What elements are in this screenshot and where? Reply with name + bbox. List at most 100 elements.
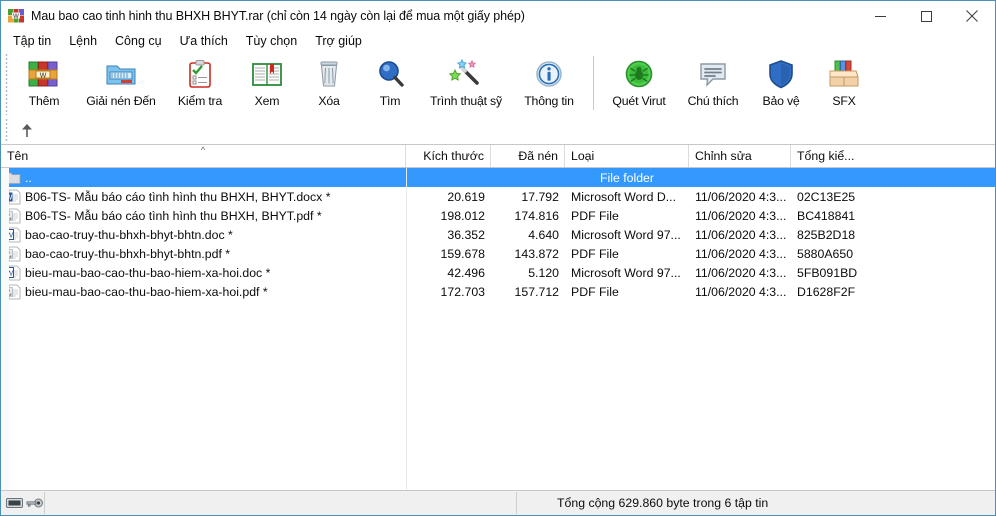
- cell-size: 42.496: [447, 265, 485, 280]
- status-bar-icons: [1, 492, 45, 514]
- table-row[interactable]: .. File folder: [1, 168, 995, 187]
- column-header-modified[interactable]: Chỉnh sửa: [689, 145, 791, 167]
- column-header-name[interactable]: Tên ^: [1, 145, 406, 167]
- table-row[interactable]: W bieu-mau-bao-cao-thu-bao-hiem-xa-hoi.d…: [1, 263, 995, 282]
- toolbar-label-virus-scan: Quét Virut: [612, 94, 666, 108]
- svg-text:W: W: [6, 268, 14, 277]
- cell-name-text: bieu-mau-bao-cao-thu-bao-hiem-xa-hoi.doc…: [25, 265, 271, 280]
- window-controls: [857, 1, 995, 31]
- column-header-size[interactable]: Kích thước: [406, 145, 491, 167]
- toolbar-button-info[interactable]: Thông tin: [512, 52, 586, 114]
- column-header-name-label: Tên: [7, 149, 29, 163]
- winrar-icon: W: [8, 9, 24, 23]
- extract-to-folder-icon: [101, 57, 141, 91]
- toolbar-label-extract-to: Giải nén Đến: [86, 94, 156, 108]
- cell-crc: 5880A650: [797, 246, 854, 261]
- cell-name-text: bao-cao-truy-thu-bhxh-bhyt-bhtn.pdf *: [25, 246, 231, 261]
- toolbar-button-wizard[interactable]: Trình thuật sỹ: [420, 52, 512, 114]
- key-icon[interactable]: [26, 497, 43, 509]
- cell-packed: 157.712: [514, 284, 559, 299]
- cell-packed: 17.792: [521, 189, 559, 204]
- cell-name-text: bao-cao-truy-thu-bhxh-bhyt-bhtn.doc *: [25, 227, 233, 242]
- toolbar-button-delete[interactable]: Xóa: [298, 52, 360, 114]
- table-row[interactable]: W B06-TS- Mẫu báo cáo tình hình thu BHXH…: [1, 187, 995, 206]
- cell-type: PDF File: [571, 208, 619, 223]
- cell-modified: [689, 168, 791, 187]
- menu-item-help[interactable]: Trợ giúp: [306, 32, 371, 51]
- cell-crc: 825B2D18: [797, 227, 856, 242]
- cell-modified: 11/06/2020 4:3...: [695, 284, 787, 299]
- svg-text:pdf: pdf: [7, 254, 12, 258]
- toolbar-button-protect[interactable]: Bảo vệ: [749, 52, 813, 114]
- virus-scan-icon: [619, 57, 659, 91]
- toolbar-button-virus-scan[interactable]: Quét Virut: [601, 52, 677, 114]
- menu-item-options[interactable]: Tùy chọn: [237, 32, 306, 51]
- toolbar-button-find[interactable]: Tìm: [360, 52, 420, 114]
- column-header-packed[interactable]: Đã nén: [491, 145, 565, 167]
- cell-crc: 5FB091BD: [797, 265, 858, 280]
- toolbar-button-sfx[interactable]: SFX: [813, 52, 875, 114]
- cell-packed: 5.120: [528, 265, 559, 280]
- toolbar-label-comment: Chú thích: [687, 94, 739, 108]
- test-clipboard-icon: [180, 57, 220, 91]
- file-list-rows: .. File folder W B06-TS- Mẫu báo cáo tìn…: [1, 168, 995, 490]
- column-header-crc[interactable]: Tổng kiể...: [791, 145, 865, 167]
- view-book-icon: [247, 57, 287, 91]
- cell-size: 159.678: [440, 246, 485, 261]
- column-header-type[interactable]: Loại: [565, 145, 689, 167]
- toolbar-button-view[interactable]: Xem: [236, 52, 298, 114]
- file-list-panel: Tên ^ Kích thước Đã nén Loại Chỉnh sửa T…: [1, 145, 995, 490]
- drive-icon[interactable]: [6, 497, 23, 509]
- sfx-box-icon: [824, 57, 864, 91]
- toolbar-label-test: Kiểm tra: [177, 94, 223, 108]
- toolbar-button-extract-to[interactable]: Giải nén Đến: [78, 52, 164, 114]
- toolbar-grip[interactable]: [3, 53, 10, 115]
- table-row[interactable]: e pdf bieu-mau-bao-cao-thu-bao-hiem-xa-h…: [1, 282, 995, 301]
- cell-size: 172.703: [440, 284, 485, 299]
- table-row[interactable]: W bao-cao-truy-thu-bhxh-bhyt-bhtn.doc * …: [1, 225, 995, 244]
- cell-modified: 11/06/2020 4:3...: [695, 227, 787, 242]
- word-doc-icon: W: [5, 227, 21, 242]
- cell-packed: 174.816: [514, 208, 559, 223]
- maximize-button[interactable]: [903, 1, 949, 31]
- pdf-file-icon: e pdf: [5, 284, 21, 299]
- svg-text:pdf: pdf: [7, 292, 12, 296]
- menu-item-tools[interactable]: Công cụ: [106, 32, 171, 51]
- toolbar-label-delete: Xóa: [318, 94, 340, 108]
- toolbar-label-wizard: Trình thuật sỹ: [430, 94, 502, 108]
- menu-item-file[interactable]: Tập tin: [4, 32, 60, 51]
- table-row[interactable]: e pdf bao-cao-truy-thu-bhxh-bhyt-bhtn.pd…: [1, 244, 995, 263]
- toolbar-button-comment[interactable]: Chú thích: [677, 52, 749, 114]
- toolbar-label-info: Thông tin: [524, 94, 574, 108]
- toolbar-button-add[interactable]: W Thêm: [10, 52, 78, 114]
- toolbar-label-add: Thêm: [28, 94, 60, 108]
- table-row[interactable]: e pdf B06-TS- Mẫu báo cáo tình hình thu …: [1, 206, 995, 225]
- toolbar-label-protect: Bảo vệ: [762, 94, 800, 108]
- navbar-grip[interactable]: [3, 118, 10, 143]
- cell-name: ..: [1, 168, 406, 187]
- word-doc-icon: W: [5, 265, 21, 280]
- menu-item-commands[interactable]: Lệnh: [60, 32, 106, 51]
- cell-name: e pdf B06-TS- Mẫu báo cáo tình hình thu …: [1, 206, 406, 225]
- toolbar-separator: [593, 56, 594, 110]
- cell-packed: 4.640: [528, 227, 559, 242]
- svg-text:W: W: [6, 230, 14, 239]
- cell-packed: [491, 168, 565, 187]
- cell-name-text: bieu-mau-bao-cao-thu-bao-hiem-xa-hoi.pdf…: [25, 284, 268, 299]
- column-header-type-label: Loại: [571, 149, 595, 163]
- toolbar-button-test[interactable]: Kiểm tra: [164, 52, 236, 114]
- svg-text:pdf: pdf: [7, 216, 12, 220]
- up-arrow-icon: [22, 124, 32, 137]
- minimize-button[interactable]: [857, 1, 903, 31]
- cell-crc: D1628F2F: [797, 284, 856, 299]
- close-button[interactable]: [949, 1, 995, 31]
- toolbar: W Thêm Giải nén Đến Kiểm tra Xem Xóa Tìm…: [1, 52, 995, 117]
- menu-bar: Tập tin Lệnh Công cụ Ưa thích Tùy chọn T…: [1, 31, 995, 52]
- toolbar-label-view: Xem: [254, 94, 280, 108]
- cell-size: 36.352: [447, 227, 485, 242]
- cell-name: W bieu-mau-bao-cao-thu-bao-hiem-xa-hoi.d…: [1, 263, 406, 282]
- cell-type: Microsoft Word 97...: [571, 265, 681, 280]
- cell-name: e pdf bao-cao-truy-thu-bhxh-bhyt-bhtn.pd…: [1, 244, 406, 263]
- menu-item-favorites[interactable]: Ưa thích: [171, 32, 237, 51]
- up-one-level-button[interactable]: [14, 119, 40, 143]
